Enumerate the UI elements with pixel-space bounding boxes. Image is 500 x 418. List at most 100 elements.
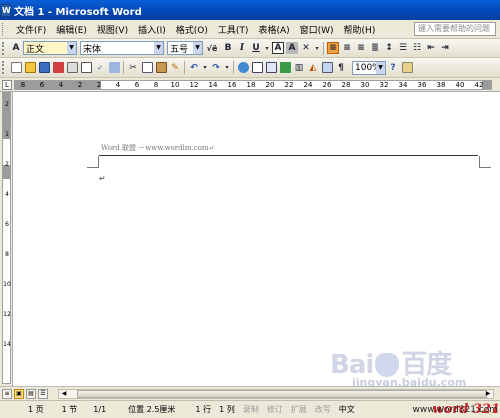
permission-icon[interactable] xyxy=(52,62,64,74)
char-border-button[interactable]: A xyxy=(272,42,284,54)
menu-edit[interactable]: 编辑(E) xyxy=(51,23,92,36)
underline-button[interactable]: U xyxy=(250,42,262,54)
bold-button[interactable]: B xyxy=(222,42,234,54)
align-justify-icon[interactable]: ≡ xyxy=(327,42,339,54)
scroll-left-icon[interactable]: ◀ xyxy=(59,390,69,398)
ruler-number: 8 xyxy=(20,81,26,89)
print-icon[interactable] xyxy=(66,62,78,74)
char-shading-button[interactable]: A xyxy=(286,42,298,54)
outline-view-icon[interactable]: ☰ xyxy=(38,388,48,399)
numbering-icon[interactable]: ☰ xyxy=(397,42,409,54)
ruler-number: 34 xyxy=(398,81,408,89)
status-ovr[interactable]: 改写 xyxy=(311,404,335,415)
chevron-down-icon[interactable]: ▾ xyxy=(314,42,320,54)
text-cursor[interactable]: ↵ xyxy=(99,174,106,183)
horizontal-ruler[interactable]: L 8 6 4 2 2 4 6 8 10 12 14 16 18 20 22 24 26 28 30 32 34 36 38… xyxy=(0,78,500,92)
status-trk[interactable]: 修订 xyxy=(263,404,287,415)
menu-help[interactable]: 帮助(H) xyxy=(339,23,381,36)
research-icon[interactable] xyxy=(108,62,120,74)
menu-grip[interactable] xyxy=(2,22,5,36)
line-spacing-icon[interactable]: ↕ xyxy=(383,42,395,54)
crop-mark-right xyxy=(479,156,491,168)
decrease-indent-icon[interactable]: ⇤ xyxy=(425,42,437,54)
menu-format[interactable]: 格式(O) xyxy=(171,23,213,36)
status-language: 中文 xyxy=(338,405,355,414)
styles-pane-icon[interactable]: A xyxy=(10,42,22,54)
distributed-align-icon[interactable]: ≣ xyxy=(369,42,381,54)
menu-window[interactable]: 窗口(W) xyxy=(295,23,339,36)
reading-mode-icon[interactable] xyxy=(401,62,413,74)
ruler-number: 20 xyxy=(265,81,275,89)
size-value: 五号 xyxy=(170,44,189,55)
word-app-icon[interactable]: W xyxy=(1,3,11,17)
increase-indent-icon[interactable]: ⇥ xyxy=(439,42,451,54)
document-map-icon[interactable] xyxy=(321,62,333,74)
menu-view[interactable]: 视图(V) xyxy=(92,23,133,36)
toolbar-grip[interactable] xyxy=(2,61,6,74)
menu-file[interactable]: 文件(F) xyxy=(11,23,51,36)
columns-icon[interactable]: ▥ xyxy=(293,62,305,74)
tables-borders-icon[interactable] xyxy=(251,62,263,74)
zoom-combo[interactable]: 100% ▼ xyxy=(352,60,386,75)
toolbar-grip[interactable] xyxy=(2,41,6,55)
undo-icon[interactable]: ↶ xyxy=(188,62,200,74)
help-search-input[interactable]: 键入需要帮助的问题 xyxy=(414,22,496,36)
chevron-down-icon[interactable]: ▼ xyxy=(67,42,76,54)
paw-icon xyxy=(375,353,400,377)
insert-table-icon[interactable] xyxy=(265,62,277,74)
header-text[interactable]: Word 联盟 －www.wordlm.com↵ xyxy=(101,143,214,153)
open-icon[interactable] xyxy=(24,62,36,74)
cut-icon[interactable]: ✂ xyxy=(127,62,139,74)
tab-selector-icon[interactable]: L xyxy=(2,80,12,90)
ruler-number: 6 xyxy=(134,81,140,89)
char-scale-icon[interactable]: ✕ xyxy=(300,42,312,54)
vertical-ruler-number: 4 xyxy=(5,191,9,198)
chevron-down-icon[interactable]: ▼ xyxy=(154,42,163,54)
style-combo[interactable]: 正文 ▼ xyxy=(23,41,77,55)
web-layout-icon[interactable]: ▣ xyxy=(14,388,24,399)
scroll-right-icon[interactable]: ▶ xyxy=(483,390,493,398)
new-document-icon[interactable] xyxy=(10,62,22,74)
status-ext[interactable]: 扩展 xyxy=(287,404,311,415)
chevron-down-icon[interactable]: ▾ xyxy=(202,62,208,74)
chevron-down-icon[interactable]: ▾ xyxy=(224,62,230,74)
vertical-ruler[interactable]: 2 1 2 4 6 8 10 12 14 xyxy=(0,92,13,386)
insert-excel-icon[interactable] xyxy=(279,62,291,74)
copy-icon[interactable] xyxy=(141,62,153,74)
status-rec[interactable]: 录制 xyxy=(239,404,263,415)
chevron-down-icon[interactable]: ▼ xyxy=(376,61,385,74)
save-icon[interactable] xyxy=(38,62,50,74)
document-page[interactable]: Word 联盟 －www.wordlm.com↵ ↵ xyxy=(13,92,500,386)
ruler-number: 2 xyxy=(96,81,102,89)
spelling-icon[interactable]: ✓ xyxy=(94,62,106,74)
status-section: 1 节 xyxy=(61,405,78,414)
paste-icon[interactable] xyxy=(155,62,167,74)
print-preview-icon[interactable] xyxy=(80,62,92,74)
normal-view-icon[interactable]: ≡ xyxy=(2,388,12,399)
print-layout-icon[interactable]: ▤ xyxy=(26,388,36,399)
menu-table[interactable]: 表格(A) xyxy=(253,23,294,36)
ruler-number: 8 xyxy=(153,81,159,89)
align-center-icon[interactable]: ≡ xyxy=(341,42,353,54)
size-combo[interactable]: 五号 ▼ xyxy=(167,41,203,55)
menu-insert[interactable]: 插入(I) xyxy=(133,23,171,36)
ruler-number: 22 xyxy=(284,81,294,89)
redo-icon[interactable]: ↷ xyxy=(210,62,222,74)
help-icon[interactable]: ? xyxy=(387,62,399,74)
show-hide-icon[interactable]: ¶ xyxy=(335,62,347,74)
chevron-down-icon[interactable]: ▼ xyxy=(193,42,202,54)
italic-button[interactable]: I xyxy=(236,42,248,54)
drawing-icon[interactable]: ◭ xyxy=(307,62,319,74)
menu-bar: 文件(F) 编辑(E) 视图(V) 插入(I) 格式(O) 工具(T) 表格(A… xyxy=(0,20,500,39)
chevron-down-icon[interactable]: ▾ xyxy=(264,42,270,54)
phonetic-guide-icon[interactable]: √ë xyxy=(204,42,220,54)
hyperlink-icon[interactable] xyxy=(237,62,249,74)
scroll-thumb[interactable] xyxy=(77,390,487,398)
format-painter-icon[interactable]: ✎ xyxy=(169,62,181,74)
bullets-icon[interactable]: ☷ xyxy=(411,42,423,54)
align-right-icon[interactable]: ≡ xyxy=(355,42,367,54)
menu-tools[interactable]: 工具(T) xyxy=(213,23,254,36)
horizontal-scrollbar[interactable]: ◀ ▶ xyxy=(58,389,494,399)
ruler-number: 4 xyxy=(58,81,64,89)
font-combo[interactable]: 宋体 ▼ xyxy=(80,41,164,55)
